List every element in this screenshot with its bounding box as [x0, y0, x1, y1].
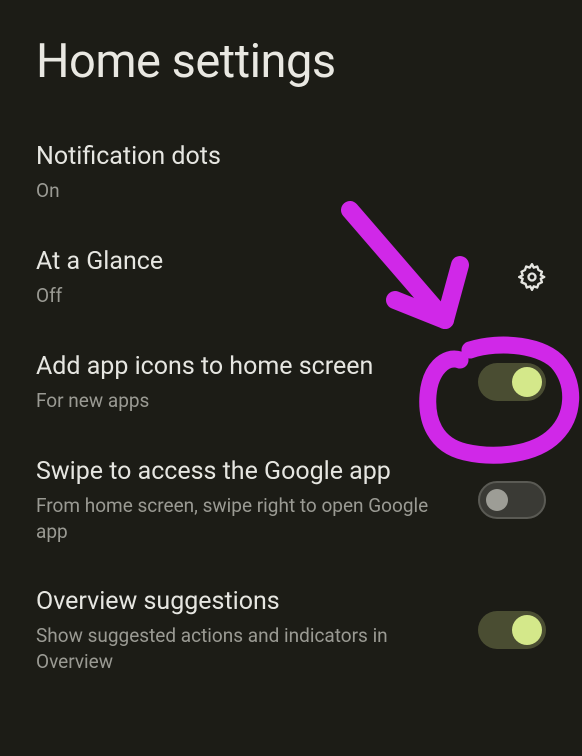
- at-a-glance-value: Off: [36, 283, 502, 309]
- at-a-glance-row[interactable]: At a Glance Off: [36, 246, 546, 309]
- toggle-thumb: [512, 367, 542, 397]
- toggle-thumb: [486, 489, 508, 511]
- overview-toggle[interactable]: [478, 611, 546, 649]
- swipe-google-row[interactable]: Swipe to access the Google app From home…: [36, 456, 546, 545]
- gear-icon[interactable]: [518, 263, 546, 291]
- swipe-google-title: Swipe to access the Google app: [36, 456, 462, 487]
- swipe-google-toggle[interactable]: [478, 481, 546, 519]
- overview-title: Overview suggestions: [36, 586, 462, 617]
- overview-row[interactable]: Overview suggestions Show suggested acti…: [36, 586, 546, 675]
- add-icons-title: Add app icons to home screen: [36, 351, 462, 382]
- page-title: Home settings: [36, 34, 546, 89]
- add-icons-row[interactable]: Add app icons to home screen For new app…: [36, 351, 546, 414]
- add-icons-toggle[interactable]: [478, 363, 546, 401]
- overview-subtitle: Show suggested actions and indicators in…: [36, 623, 462, 674]
- toggle-thumb: [512, 615, 542, 645]
- swipe-google-subtitle: From home screen, swipe right to open Go…: [36, 493, 462, 544]
- add-icons-subtitle: For new apps: [36, 388, 462, 414]
- notification-dots-value: On: [36, 178, 530, 204]
- notification-dots-row[interactable]: Notification dots On: [36, 141, 546, 204]
- at-a-glance-title: At a Glance: [36, 246, 502, 277]
- notification-dots-title: Notification dots: [36, 141, 530, 172]
